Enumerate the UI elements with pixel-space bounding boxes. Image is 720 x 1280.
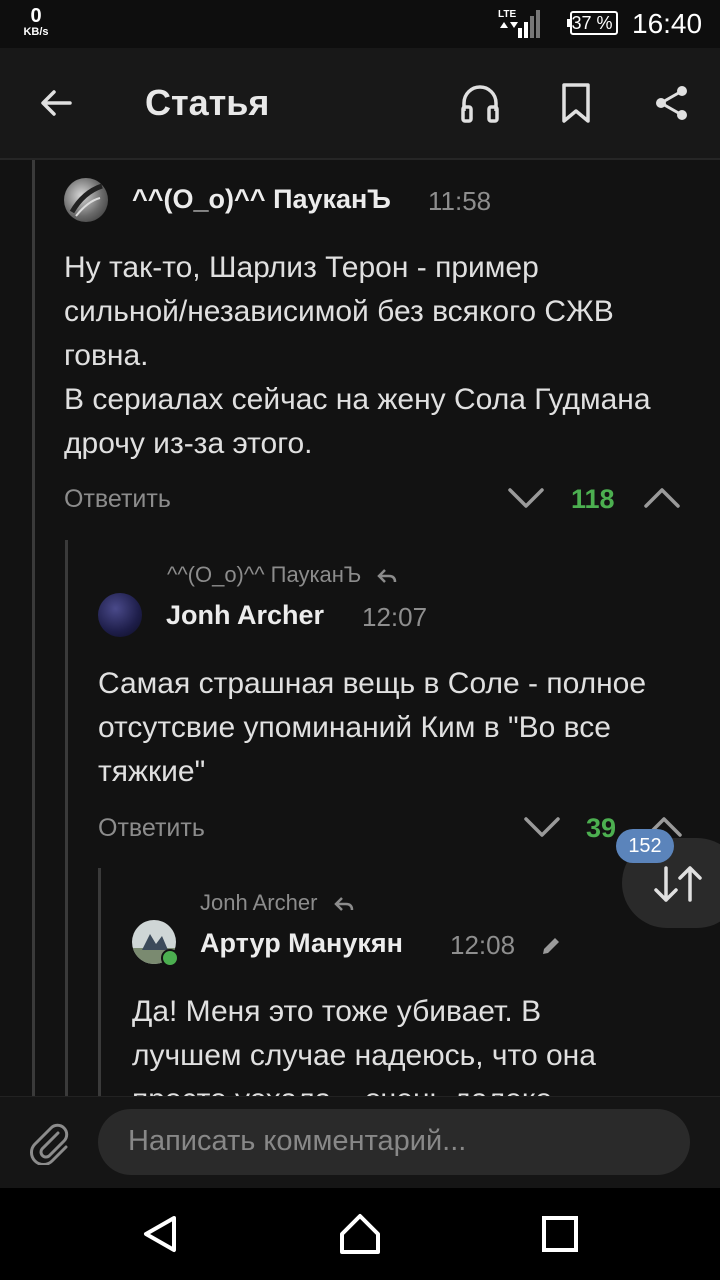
vote-down-icon[interactable]: [522, 815, 562, 839]
reply-button[interactable]: Ответить: [98, 814, 205, 843]
sort-arrows-icon: [654, 866, 702, 902]
comment-text-line: просто уехала... очень далеко: [132, 1078, 704, 1096]
headphones-icon: [461, 85, 499, 123]
comment-count-badge: 152: [616, 829, 674, 863]
comment-author[interactable]: ^^(O_o)^^ ПауканЪ: [132, 184, 391, 215]
nav-back-icon[interactable]: [138, 1212, 182, 1256]
network-speed-unit: KB/s: [23, 26, 49, 38]
vote-up-icon[interactable]: [642, 486, 682, 510]
nav-recents-icon[interactable]: [540, 1214, 580, 1254]
comment-time: 11:58: [428, 186, 492, 216]
comment-text-line: В сериалах сейчас на жену Сола Гудмана: [64, 383, 651, 416]
thread-line: [98, 868, 101, 1096]
reply-arrow-icon: [377, 569, 397, 584]
comment-thread: ^^(O_o)^^ ПауканЪ 11:58 Ну так-то, Шарли…: [0, 160, 720, 1096]
comment-text: Да! Меня это тоже убивает. В лучшем случ…: [132, 990, 704, 1096]
back-arrow-icon: [41, 90, 72, 116]
battery-level: 37 %: [571, 13, 613, 33]
reply-to-label[interactable]: ^^(O_o)^^ ПауканЪ: [167, 562, 397, 588]
comment-text-line: лучшем случае надеюсь, что она: [132, 1039, 596, 1072]
comment-text-line: Ну так-то, Шарлиз Терон - пример: [64, 251, 539, 284]
network-speed: 0 KB/s: [18, 6, 54, 38]
system-nav-bar: [0, 1188, 720, 1280]
comment-score: 39: [586, 813, 617, 843]
avatar-image: [69, 183, 103, 217]
attach-paperclip-icon[interactable]: [26, 1119, 72, 1165]
listen-button[interactable]: [452, 75, 508, 131]
app-toolbar: Статья: [0, 48, 720, 160]
comment-input-placeholder: Написать комментарий...: [128, 1125, 467, 1157]
comment-time: 12:07: [362, 602, 428, 632]
comment-text-line: отсутсвие упоминаний Ким в "Во все: [98, 711, 611, 744]
comment-text-line: тяжкие": [98, 755, 206, 788]
network-speed-value: 0: [30, 5, 42, 27]
comment-author[interactable]: Jonh Archer: [166, 600, 324, 631]
reply-button[interactable]: Ответить: [64, 485, 171, 514]
network-type: LTE: [498, 9, 516, 20]
comment-input-bar: Написать комментарий...: [0, 1096, 720, 1189]
avatar[interactable]: [98, 593, 142, 637]
bookmark-button[interactable]: [548, 75, 604, 131]
thread-line: [32, 160, 35, 1096]
online-indicator: [161, 949, 179, 967]
back-button[interactable]: [28, 75, 84, 131]
comment-author[interactable]: Артур Манукян: [200, 928, 403, 959]
clock: 16:40: [632, 8, 703, 39]
reply-to-author: Jonh Archer: [200, 890, 318, 915]
comment-text-line: Да! Меня это тоже убивает. В: [132, 995, 542, 1028]
bookmark-icon: [562, 83, 590, 123]
nav-home-icon[interactable]: [338, 1212, 382, 1256]
comment-score: 118: [571, 484, 615, 514]
comment-text-line: сильной/независимой без всякого СЖВ: [64, 295, 614, 328]
page-title: Статья: [145, 82, 270, 123]
comment-text-line: Самая страшная вещь в Соле - полное: [98, 667, 647, 700]
comment-text: Ну так-то, Шарлиз Терон - пример сильной…: [64, 246, 704, 466]
vote-down-icon[interactable]: [506, 486, 546, 510]
status-bar: 0 KB/s LTE 37 % 16:40: [0, 0, 720, 48]
comment-input[interactable]: Написать комментарий...: [98, 1109, 690, 1175]
reply-to-author: ^^(O_o)^^ ПауканЪ: [167, 562, 362, 587]
share-button[interactable]: [644, 75, 700, 131]
edit-pencil-icon[interactable]: [540, 935, 562, 957]
reply-arrow-icon: [333, 897, 353, 912]
comment-text-line: говна.: [64, 339, 149, 372]
reply-to-label[interactable]: Jonh Archer: [200, 890, 354, 916]
comment-time: 12:08: [450, 930, 516, 960]
signal-icon: LTE: [498, 9, 540, 38]
comment-text: Самая страшная вещь в Соле - полное отсу…: [98, 662, 704, 794]
avatar[interactable]: [64, 178, 108, 222]
thread-line: [65, 540, 68, 1096]
comment-text-line: дрочу из-за этого.: [64, 427, 313, 460]
share-icon: [656, 86, 687, 120]
